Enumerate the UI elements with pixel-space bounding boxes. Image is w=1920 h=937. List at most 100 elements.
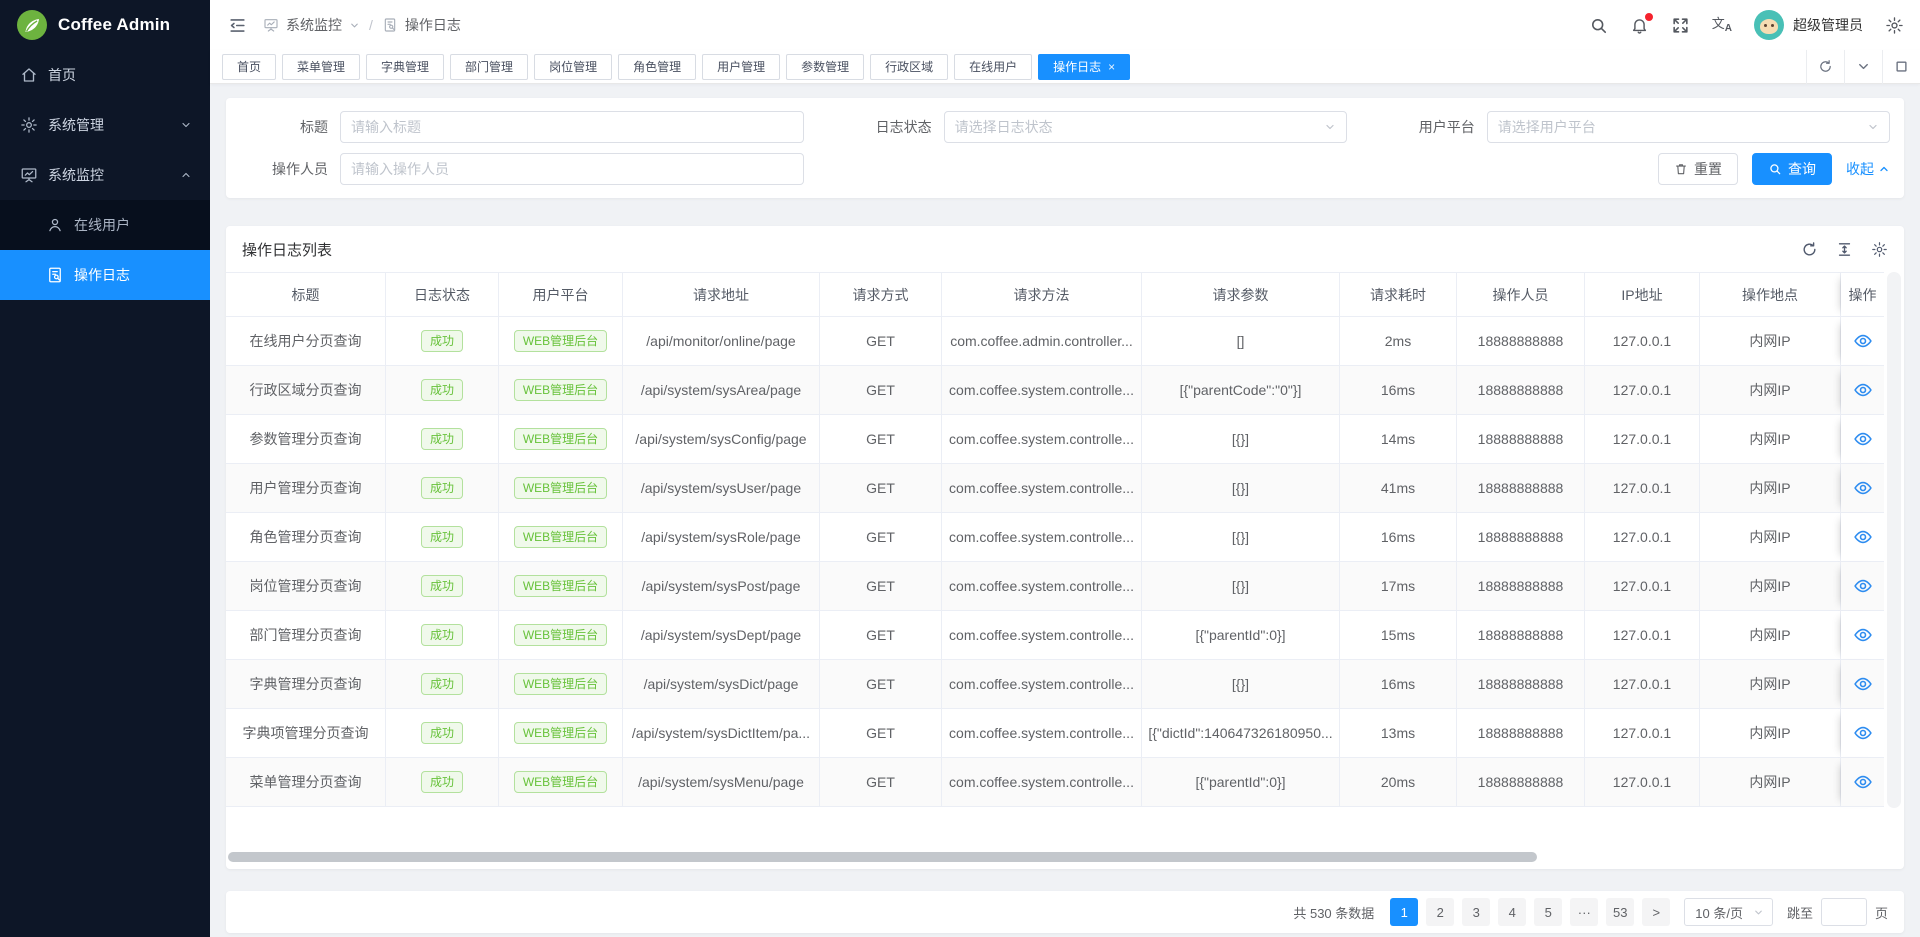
notification-bell-icon[interactable] (1630, 16, 1649, 35)
view-detail-eye-icon[interactable] (1853, 723, 1873, 743)
monitor-icon (20, 166, 38, 184)
column-header: 操作 (1841, 272, 1884, 317)
cell-url: /api/system/sysMenu/page (623, 758, 820, 807)
table-body: 在线用户分页查询成功WEB管理后台/api/monitor/online/pag… (226, 317, 1904, 807)
page-number-button[interactable]: 4 (1498, 898, 1526, 926)
view-detail-eye-icon[interactable] (1853, 527, 1873, 547)
pagination-pages: 12345 ··· 53 (1390, 898, 1634, 926)
view-detail-eye-icon[interactable] (1853, 772, 1873, 792)
breadcrumb-parent[interactable]: 系统监控 (286, 15, 342, 35)
cell-url: /api/system/sysRole/page (623, 513, 820, 562)
platform-badge: WEB管理后台 (514, 575, 607, 597)
user-icon (46, 216, 64, 234)
page-number-button[interactable]: 5 (1534, 898, 1562, 926)
cell-title: 菜单管理分页查询 (226, 758, 386, 807)
view-detail-eye-icon[interactable] (1853, 576, 1873, 596)
tab-item[interactable]: 部门管理 (450, 54, 528, 80)
jump-label: 跳至 (1787, 903, 1813, 922)
refresh-tab-icon[interactable] (1806, 50, 1844, 84)
cell-duration: 13ms (1340, 709, 1457, 758)
maximize-content-icon[interactable] (1882, 50, 1920, 84)
page-number-button[interactable]: 3 (1462, 898, 1490, 926)
tab-item[interactable]: 用户管理 (702, 54, 780, 80)
sidebar-item-home[interactable]: 首页 (0, 50, 210, 100)
cell-platform: WEB管理后台 (499, 562, 623, 611)
collapse-filter-link[interactable]: 收起 (1846, 159, 1890, 179)
tab-item[interactable]: 岗位管理 (534, 54, 612, 80)
sidebar-item-label: 首页 (48, 65, 192, 85)
page-size-select[interactable]: 10 条/页 (1684, 898, 1773, 926)
tab-item[interactable]: 在线用户 (954, 54, 1032, 80)
sidebar-item-online-users[interactable]: 在线用户 (0, 200, 210, 250)
operator-input[interactable] (340, 153, 804, 185)
status-badge: 成功 (421, 722, 463, 744)
cell-handler: com.coffee.system.controlle... (942, 660, 1142, 709)
cell-handler: com.coffee.admin.controller... (942, 317, 1142, 366)
table-row: 用户管理分页查询成功WEB管理后台/api/system/sysUser/pag… (226, 464, 1904, 513)
tab-item[interactable]: 字典管理 (366, 54, 444, 80)
page-number-button[interactable]: 1 (1390, 898, 1418, 926)
next-page-button[interactable]: > (1642, 898, 1670, 926)
cell-params: [{}] (1142, 464, 1340, 513)
search-icon[interactable] (1589, 16, 1608, 35)
user-menu[interactable]: 超级管理员 (1754, 10, 1863, 40)
collapse-sidebar-icon[interactable] (228, 16, 247, 35)
fullscreen-icon[interactable] (1671, 16, 1690, 35)
cell-platform: WEB管理后台 (499, 709, 623, 758)
pagination-bar: 共 530 条数据 12345···53 > 10 条/页 跳至 页 (226, 891, 1904, 933)
cell-duration: 16ms (1340, 513, 1457, 562)
pagination-more[interactable]: ··· (1570, 898, 1598, 926)
settings-gear-icon[interactable] (1885, 16, 1904, 35)
tab-item[interactable]: 操作日志× (1038, 54, 1130, 80)
cell-location: 内网IP (1700, 317, 1841, 366)
cell-action (1841, 415, 1884, 464)
row-density-icon[interactable] (1836, 241, 1853, 258)
tab-item[interactable]: 菜单管理 (282, 54, 360, 80)
sidebar-item-system-management[interactable]: 系统管理 (0, 100, 210, 150)
tab-item[interactable]: 角色管理 (618, 54, 696, 80)
tab-item[interactable]: 行政区域 (870, 54, 948, 80)
cell-status: 成功 (386, 758, 499, 807)
tab-item[interactable]: 参数管理 (786, 54, 864, 80)
monitor-icon (263, 17, 279, 33)
cell-ip: 127.0.0.1 (1585, 513, 1700, 562)
refresh-table-icon[interactable] (1801, 241, 1818, 258)
view-detail-eye-icon[interactable] (1853, 380, 1873, 400)
cell-handler: com.coffee.system.controlle... (942, 366, 1142, 415)
cell-platform: WEB管理后台 (499, 660, 623, 709)
view-detail-eye-icon[interactable] (1853, 429, 1873, 449)
sidebar-item-system-monitor[interactable]: 系统监控 (0, 150, 210, 200)
status-badge: 成功 (421, 379, 463, 401)
horizontal-scrollbar-thumb[interactable] (228, 852, 1537, 862)
page-number-button[interactable]: 2 (1426, 898, 1454, 926)
sidebar-item-operation-log[interactable]: 操作日志 (0, 250, 210, 300)
tab-item[interactable]: 首页 (222, 54, 276, 80)
chevron-down-icon[interactable] (349, 20, 360, 31)
reset-button[interactable]: 重置 (1658, 153, 1738, 185)
table-tools (1801, 241, 1888, 258)
search-button-label: 查询 (1788, 159, 1816, 179)
log-list-card: 操作日志列表 标题日志状态用户平台请求地址请求方式请求方法请求参数请求耗时 (226, 226, 1904, 869)
view-detail-eye-icon[interactable] (1853, 674, 1873, 694)
title-input[interactable] (340, 111, 804, 143)
tab-close-icon[interactable]: × (1108, 61, 1115, 73)
cell-status: 成功 (386, 317, 499, 366)
page-number-button[interactable]: 53 (1606, 898, 1634, 926)
jump-page-input[interactable] (1821, 898, 1867, 926)
search-button[interactable]: 查询 (1752, 153, 1832, 185)
translate-icon[interactable]: 文A (1712, 17, 1732, 34)
view-detail-eye-icon[interactable] (1853, 478, 1873, 498)
home-icon (20, 66, 38, 84)
vertical-scrollbar-track[interactable] (1887, 272, 1901, 808)
view-detail-eye-icon[interactable] (1853, 331, 1873, 351)
cell-handler: com.coffee.system.controlle... (942, 513, 1142, 562)
user-platform-select[interactable]: 请选择用户平台 (1487, 111, 1890, 143)
log-status-select[interactable]: 请选择日志状态 (944, 111, 1347, 143)
cell-location: 内网IP (1700, 513, 1841, 562)
tab-options-chevron-icon[interactable] (1844, 50, 1882, 84)
tab-label: 在线用户 (969, 58, 1017, 75)
tab-label: 部门管理 (465, 58, 513, 75)
cell-title: 角色管理分页查询 (226, 513, 386, 562)
view-detail-eye-icon[interactable] (1853, 625, 1873, 645)
column-settings-gear-icon[interactable] (1871, 241, 1888, 258)
